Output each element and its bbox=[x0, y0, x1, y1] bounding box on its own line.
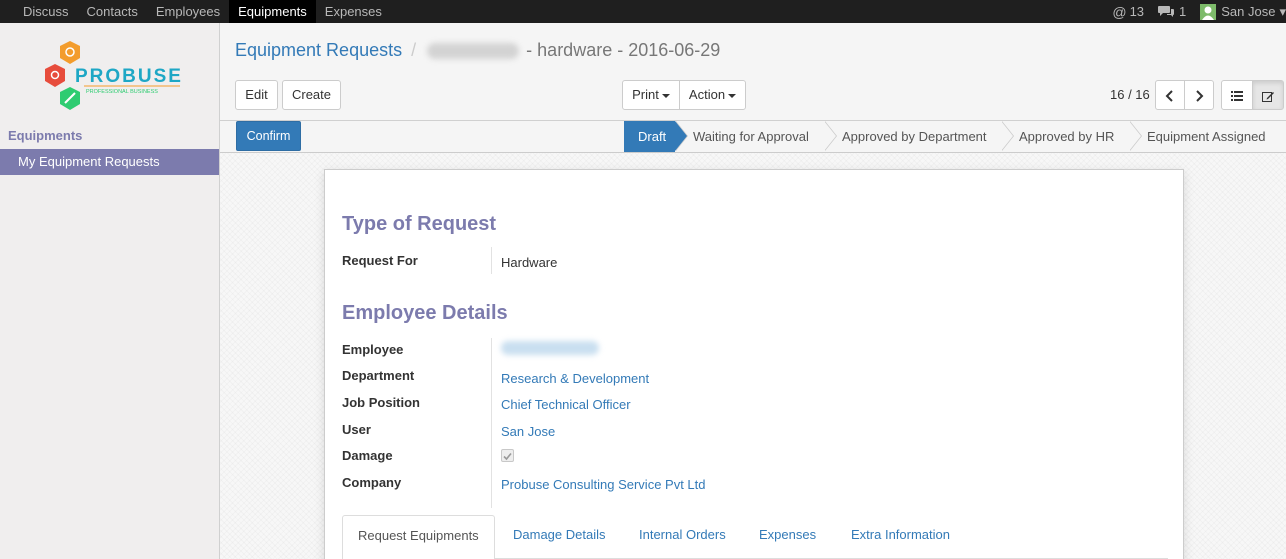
action-label: Action bbox=[688, 87, 726, 102]
app-menu: Discuss Contacts Employees Equipments Ex… bbox=[14, 0, 391, 23]
edit-form-icon bbox=[1261, 91, 1274, 102]
tab-expenses[interactable]: Expenses bbox=[759, 515, 816, 559]
breadcrumb: Equipment Requests / - hardware - 2016-0… bbox=[235, 40, 720, 61]
chevron-down-icon: ▾ bbox=[1279, 3, 1286, 19]
tab-request-equipments[interactable]: Request Equipments bbox=[342, 515, 495, 559]
stage-arrow bbox=[824, 121, 836, 151]
mentions-button[interactable]: @ 13 bbox=[1112, 4, 1144, 20]
sidebar-item-my-equipment-requests[interactable]: My Equipment Requests bbox=[0, 149, 219, 175]
chevron-left-icon bbox=[1165, 89, 1173, 102]
stage-dept-label: Approved by Department bbox=[842, 129, 987, 144]
pager-next-button[interactable] bbox=[1184, 80, 1214, 110]
form-view-button[interactable] bbox=[1252, 80, 1284, 110]
pager-value: 16 / 16 bbox=[1110, 87, 1150, 102]
sidebar-section-equipments: Equipments bbox=[8, 128, 83, 143]
tab-extra-information[interactable]: Extra Information bbox=[851, 515, 950, 559]
tab-damage-details[interactable]: Damage Details bbox=[513, 515, 606, 559]
list-view-button[interactable] bbox=[1221, 80, 1253, 110]
stage-draft-label: Draft bbox=[638, 129, 667, 144]
field-divider bbox=[491, 247, 492, 274]
stage-equipment-assigned[interactable]: Equipment Assigned bbox=[1129, 121, 1286, 152]
at-sign-icon: @ bbox=[1112, 3, 1127, 20]
sidebar: PROBUSE PROFESSIONAL BUSINESS Equipments… bbox=[0, 23, 220, 559]
chat-bubbles-icon bbox=[1158, 6, 1175, 17]
notebook-tabs: Request Equipments Damage Details Intern… bbox=[342, 515, 1168, 559]
redacted-employee-name bbox=[427, 43, 520, 60]
menu-expenses[interactable]: Expenses bbox=[316, 0, 391, 23]
logo-brand: PROBUSE bbox=[75, 66, 182, 87]
checkmark-icon bbox=[503, 452, 512, 461]
stage-hr-label: Approved by HR bbox=[1019, 129, 1115, 144]
breadcrumb-current: - hardware - 2016-06-29 bbox=[526, 40, 721, 60]
damage-label: Damage bbox=[342, 448, 393, 463]
employee-label: Employee bbox=[342, 342, 404, 357]
stage-arrow bbox=[1001, 121, 1013, 151]
menu-discuss[interactable]: Discuss bbox=[14, 0, 78, 23]
department-label: Department bbox=[342, 368, 415, 383]
messages-button[interactable]: 1 bbox=[1158, 4, 1186, 19]
messages-count: 1 bbox=[1179, 4, 1187, 19]
department-link[interactable]: Research & Development bbox=[501, 371, 649, 386]
caret-down-icon bbox=[661, 93, 670, 98]
action-dropdown[interactable]: Action bbox=[679, 80, 746, 110]
form-sheet: Type of Request Request For Hardware Emp… bbox=[324, 169, 1184, 559]
print-label: Print bbox=[632, 87, 659, 102]
mentions-count: 13 bbox=[1129, 4, 1145, 19]
stage-assigned-label: Equipment Assigned bbox=[1147, 129, 1266, 144]
breadcrumb-equipment-requests[interactable]: Equipment Requests bbox=[235, 40, 402, 60]
tab-internal-orders[interactable]: Internal Orders bbox=[639, 515, 726, 559]
menu-employees[interactable]: Employees bbox=[147, 0, 229, 23]
systray: @ 13 1 San Jose ▾ bbox=[1112, 0, 1286, 23]
user-menu[interactable]: San Jose ▾ bbox=[1200, 3, 1286, 20]
pager-previous-button[interactable] bbox=[1155, 80, 1185, 110]
field-divider bbox=[491, 338, 492, 508]
menu-contacts[interactable]: Contacts bbox=[78, 0, 147, 23]
statusbar: Confirm Draft Waiting for Approval Appro… bbox=[220, 121, 1286, 153]
stage-arrow bbox=[1129, 121, 1141, 151]
confirm-button[interactable]: Confirm bbox=[236, 121, 301, 151]
control-panel: Equipment Requests / - hardware - 2016-0… bbox=[220, 23, 1286, 121]
caret-down-icon bbox=[728, 93, 737, 98]
edit-button[interactable]: Edit bbox=[235, 80, 278, 110]
chevron-right-icon bbox=[1196, 89, 1204, 102]
stage-pipeline: Draft Waiting for Approval Approved by D… bbox=[624, 121, 1286, 152]
print-dropdown[interactable]: Print bbox=[622, 80, 680, 110]
menu-equipments[interactable]: Equipments bbox=[229, 0, 316, 23]
request-for-value: Hardware bbox=[501, 255, 558, 270]
company-logo[interactable]: PROBUSE PROFESSIONAL BUSINESS bbox=[40, 37, 182, 117]
stage-approved-by-department[interactable]: Approved by Department bbox=[824, 121, 1014, 152]
stage-arrow bbox=[675, 121, 687, 151]
stage-waiting-label: Waiting for Approval bbox=[693, 129, 809, 144]
top-navbar: Discuss Contacts Employees Equipments Ex… bbox=[0, 0, 1286, 23]
job-position-link[interactable]: Chief Technical Officer bbox=[501, 397, 631, 412]
user-link[interactable]: San Jose bbox=[501, 424, 555, 439]
company-link[interactable]: Probuse Consulting Service Pvt Ltd bbox=[501, 477, 706, 492]
user-name: San Jose bbox=[1221, 4, 1276, 19]
stage-approved-by-hr[interactable]: Approved by HR bbox=[1001, 121, 1142, 152]
section-employee-details: Employee Details bbox=[342, 302, 508, 324]
damage-checkbox[interactable] bbox=[501, 449, 514, 462]
user-label: User bbox=[342, 422, 371, 437]
create-button[interactable]: Create bbox=[282, 80, 341, 110]
section-type-of-request: Type of Request bbox=[342, 213, 497, 235]
job-position-label: Job Position bbox=[342, 395, 420, 410]
logo-tagline: PROFESSIONAL BUSINESS bbox=[86, 89, 158, 95]
breadcrumb-separator: / bbox=[411, 40, 417, 60]
list-icon bbox=[1231, 90, 1243, 101]
stage-draft[interactable]: Draft bbox=[624, 121, 688, 152]
request-for-label: Request For bbox=[342, 253, 418, 268]
company-label: Company bbox=[342, 475, 402, 490]
avatar bbox=[1200, 3, 1217, 20]
redacted-employee-value[interactable] bbox=[501, 341, 599, 355]
stage-waiting-for-approval[interactable]: Waiting for Approval bbox=[675, 121, 837, 152]
probuse-logo-icon: PROBUSE PROFESSIONAL BUSINESS bbox=[45, 41, 182, 110]
